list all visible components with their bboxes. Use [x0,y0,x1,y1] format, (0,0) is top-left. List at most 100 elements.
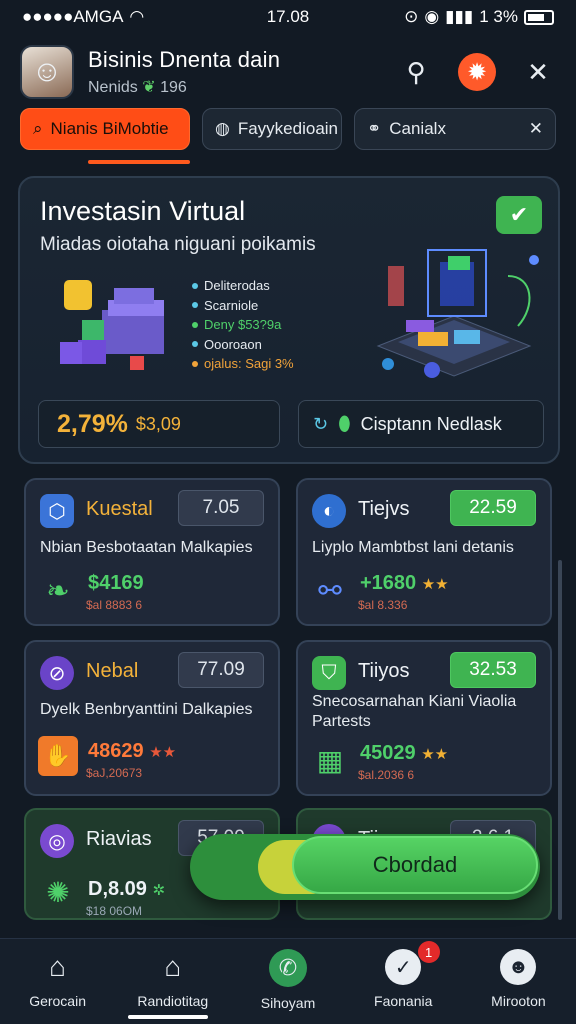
link-icon: ⚭ [367,119,382,138]
home-indicator [128,1015,208,1019]
status-time: 17.08 [266,7,310,26]
gear-icon: ✺ [46,876,70,908]
star-icon: ★★ [421,746,449,763]
star-icon: ★★ [421,576,449,593]
app-header: ☺ Bisinis Dnenta dain Nenids ❦ 196 ⚲ ✹ ✕ [20,42,556,102]
investment-card[interactable]: ⊘ Nebal 77.09 Dyelk Benbryanttini Dalkap… [24,640,280,796]
nav-label: Sihoyam [260,995,316,1011]
header-subtitle-value: 196 [160,79,187,96]
globe-icon: ◐ [312,494,346,528]
header-title: Bisinis Dnenta dain [88,47,281,72]
hero-feature-list: Deliterodas Scarniole Deny $53?9a Oooroa… [192,276,294,374]
card-description: Liyplo Mambtbst lani detanis [312,539,514,556]
primary-action-button[interactable]: Cbordad [292,836,538,894]
card-badge: 77.09 [178,652,264,688]
gear-icon[interactable]: ✹ [458,53,496,91]
active-tab-indicator [88,160,190,164]
list-item: Deny $53?9a [192,315,294,335]
chart-icon: ▦ [316,744,344,776]
wifi-icon: ◠ [129,7,145,26]
avatar[interactable]: ☺ [20,45,74,99]
investment-card[interactable]: ◐ Tiejvs 22.59 Liyplo Mambtbst lani deta… [296,478,552,626]
planet-icon: ◎ [40,824,74,858]
refresh-icon: ↻ [313,413,329,434]
bottom-navigation: ⌂ Gerocain ⌂ Randiotitag ✆ Sihoyam ✓ 1 F… [0,938,576,1024]
card-subvalue: $al 8883 6 [86,598,143,612]
carrier-text: ●●●●●AMGA [22,7,124,26]
list-item: Scarniole [192,296,294,316]
investment-card[interactable]: ⬡ Kuestal 7.05 Nbian Besbotaatan Malkapi… [24,478,280,626]
signal-icon: ▮▮▮ [445,7,474,26]
chip-label: Nianis BiMobtie [50,119,169,138]
phone-icon: ✆ [269,949,307,987]
card-description: Snecosarnahan Kiani Viaolia Partests [312,693,517,730]
star-icon: ★★ [149,744,177,761]
hero-action-button[interactable]: ↻ ⬮ Cisptann Nedlask [298,400,544,448]
house-icon: ⌂ [164,951,182,982]
chip-tertiary[interactable]: ⚭ Canialx ✕ [354,108,556,150]
close-icon[interactable]: ✕ [529,119,543,139]
list-item: Oooroaon [192,335,294,355]
molecule-icon: ⚯ [318,574,342,606]
leaf-icon: ⊘ [40,656,74,690]
star-icon: ✲ [152,882,166,899]
scrollbar[interactable] [558,560,562,920]
hero-card[interactable]: Investasin Virtual Miadas oiotaha niguan… [18,176,560,464]
hero-action-label: Cisptann Nedlask [360,413,502,434]
card-title: Riavias [86,828,152,850]
hero-stat-amount: $3,09 [135,413,181,434]
isometric-dashboard-illustration [376,249,539,378]
card-description: Dyelk Benbryanttini Dalkapies [40,701,253,718]
hero-stat-box: 2,79% $3,09 [38,400,280,448]
card-title: Tiiyos [358,660,410,682]
nav-label: Faonania [374,993,433,1009]
header-subtitle-prefix: Nenids [88,79,138,96]
nav-item-phone[interactable]: ✆ Sihoyam [230,939,345,1024]
list-item: Deliterodas [192,276,294,296]
header-subtitle: Nenids ❦ 196 [88,77,398,97]
leaf-icon: ❦ [142,79,156,96]
globe-icon: ◍ [215,119,230,138]
card-value: D,8.09 ✲ [88,878,166,900]
profile-icon: ☻ [500,949,537,985]
card-value: 45029 ★★ [360,742,449,764]
hero-subtitle: Miadas oiotaha niguani poikamis [40,234,316,255]
nav-item-house[interactable]: ⌂ Randiotitag [115,939,230,1024]
card-value: $4169 [88,572,144,594]
home-icon: ⌂ [49,951,67,982]
check-badge-icon: ✓ [385,949,422,985]
filter-chips: ⌕ Nianis BiMobtie ◍ Fayykedioain ⚭ Cania… [20,108,556,152]
shield-icon: ⬮ [338,412,351,435]
nav-label: Mirooton [491,993,546,1009]
hero-title: Investasin Virtual [40,196,246,226]
chip-label: Canialx [389,119,446,138]
card-subvalue: $al 8.336 [358,598,408,612]
investment-card[interactable]: ⛉ Tiiyos 32.53 Snecosarnahan Kiani Viaol… [296,640,552,796]
close-icon[interactable]: ✕ [520,54,556,90]
chip-secondary[interactable]: ◍ Fayykedioain [202,108,342,150]
battery-percent: 1 3% [479,7,518,26]
pin-icon[interactable]: ⚲ [398,54,434,90]
card-title: Kuestal [86,498,153,520]
cube-icon: ⬡ [40,494,74,528]
leaf-icon: ❧ [46,574,70,606]
card-badge: 22.59 [450,490,536,526]
card-subvalue: $18 06OM [86,904,143,918]
notification-icon: ◉ [424,7,440,26]
shield-icon: ⛉ [312,656,346,690]
chip-label: Fayykedioain [237,119,339,138]
nav-item-home[interactable]: ⌂ Gerocain [0,939,115,1024]
list-item: ojalus: Sagi 3% [192,354,294,374]
chip-active[interactable]: ⌕ Nianis BiMobtie [20,108,190,150]
notification-badge: 1 [417,941,440,963]
hero-stat-percent: 2,79% [57,409,128,438]
status-bar: ●●●●●AMGA ◠ 17.08 ⊙ ◉ ▮▮▮ 1 3% [0,0,576,34]
card-badge: 32.53 [450,652,536,688]
battery-icon [524,9,554,25]
check-icon[interactable]: ✔ [496,196,542,234]
card-description: Nbian Besbotaatan Malkapies [40,539,253,556]
alarm-icon: ⊙ [404,7,419,26]
card-title: Tiejvs [358,498,410,520]
nav-item-check[interactable]: ✓ 1 Faonania [346,939,461,1024]
nav-item-profile[interactable]: ☻ Mirooton [461,939,576,1024]
